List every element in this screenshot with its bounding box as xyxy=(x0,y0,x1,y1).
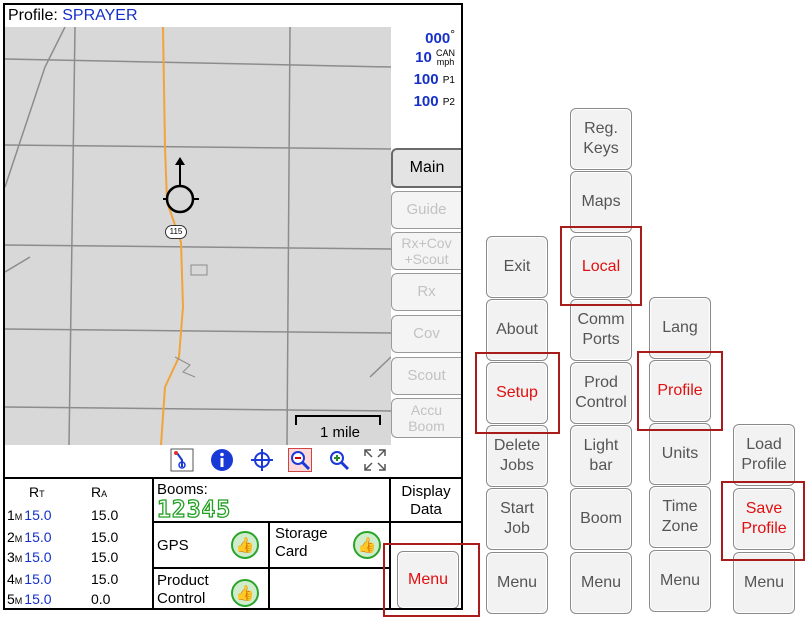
row-actual: 15.0 xyxy=(91,507,119,523)
speed-readout: 10 CAN mph xyxy=(415,49,455,67)
speed-unit: CAN mph xyxy=(436,49,455,67)
rt-sub: T xyxy=(39,489,45,499)
p1-readout: 100 P1 xyxy=(414,71,455,88)
speed-unit-bottom: mph xyxy=(436,57,455,68)
row-sub: M xyxy=(14,554,23,564)
col3-menu-button[interactable]: Menu xyxy=(649,550,711,612)
load-profile-button[interactable]: Load Profile xyxy=(733,424,795,486)
rate-row: 3M 15.0 xyxy=(7,549,52,568)
product-control-label: Product Control xyxy=(157,572,209,607)
row-num: 4 xyxy=(7,571,15,587)
lang-button[interactable]: Lang xyxy=(649,297,711,359)
device-screen: Profile: SPRAYER 115 1 mile 000° 10 CAN … xyxy=(3,3,463,610)
tab-rx[interactable]: Rx xyxy=(391,273,461,311)
profile-value: SPRAYER xyxy=(62,7,138,24)
row-target: 15.0 xyxy=(24,591,52,607)
row-sub: M xyxy=(14,576,23,586)
ra-sub: A xyxy=(101,489,108,499)
tab-main[interactable]: Main xyxy=(391,148,461,188)
route-icon[interactable] xyxy=(170,448,194,472)
tab-cov[interactable]: Cov xyxy=(391,315,461,353)
gps-label: GPS xyxy=(157,537,189,554)
map-toolbar xyxy=(5,445,391,477)
rate-actual-header: RA xyxy=(91,484,107,503)
status-panel: 000° 10 CAN mph 100 P1 100 P2 xyxy=(391,27,461,127)
local-highlight xyxy=(560,226,642,306)
p1-unit: P1 xyxy=(442,74,455,86)
reg-keys-button[interactable]: Reg. Keys xyxy=(570,108,632,170)
exit-button[interactable]: Exit xyxy=(486,236,548,298)
profile-highlight xyxy=(637,351,723,431)
rate-row: 1M 15.0 xyxy=(7,507,52,526)
row-sub: M xyxy=(14,534,23,544)
prod-control-button[interactable]: Prod Control xyxy=(570,362,632,424)
light-bar-button[interactable]: Light bar xyxy=(570,425,632,487)
profile-bar: Profile: SPRAYER xyxy=(5,5,391,27)
heading-unit: ° xyxy=(450,27,455,41)
ra-letter: R xyxy=(91,484,102,500)
save-profile-highlight xyxy=(721,481,805,561)
p2-value: 100 xyxy=(413,93,439,110)
rate-target-header: RT xyxy=(29,484,45,503)
heading-readout: 000° xyxy=(425,27,455,47)
tab-rx-cov-scout[interactable]: Rx+Cov +Scout xyxy=(391,232,461,270)
p2-readout: 100 P2 xyxy=(414,93,455,110)
rt-letter: R xyxy=(29,484,40,500)
row-num: 1 xyxy=(7,507,15,523)
rate-row: 5M 15.0 xyxy=(7,591,52,608)
storage-card-label: Storage Card xyxy=(275,525,328,560)
row-target: 15.0 xyxy=(24,507,52,523)
p2-unit: P2 xyxy=(442,96,455,108)
menu-highlight xyxy=(383,543,480,617)
row-actual: 15.0 xyxy=(91,571,119,587)
expand-icon[interactable] xyxy=(363,448,387,472)
row-target: 15.0 xyxy=(24,549,52,565)
time-zone-button[interactable]: Time Zone xyxy=(649,486,711,548)
zoom-in-icon[interactable] xyxy=(327,448,351,472)
crosshair-icon[interactable] xyxy=(250,448,274,472)
row-target: 15.0 xyxy=(24,571,52,587)
row-actual: 15.0 xyxy=(91,529,119,545)
booms-label: Booms: xyxy=(157,481,208,498)
boom-sections: 12345 xyxy=(156,496,232,523)
row-sub: M xyxy=(14,512,23,522)
row-actual: 0.0 xyxy=(91,591,111,607)
col1-menu-button[interactable]: Menu xyxy=(486,552,548,614)
tab-scout[interactable]: Scout xyxy=(391,357,461,395)
map-view[interactable]: 115 1 mile xyxy=(5,27,391,445)
row-actual: 15.0 xyxy=(91,549,119,565)
row-num: 3 xyxy=(7,549,15,565)
row-num: 5 xyxy=(7,591,15,607)
col2-menu-button[interactable]: Menu xyxy=(570,552,632,614)
zoom-out-icon[interactable] xyxy=(288,448,312,472)
profile-label: Profile: xyxy=(8,7,58,24)
road-marker: 115 xyxy=(165,225,187,239)
map-canvas xyxy=(5,27,391,445)
maps-button[interactable]: Maps xyxy=(570,171,632,233)
gps-thumbs-up-icon: 👍 xyxy=(231,531,259,559)
row-target: 15.0 xyxy=(24,529,52,545)
units-button[interactable]: Units xyxy=(649,423,711,485)
display-data-button[interactable]: Display Data xyxy=(391,483,461,519)
boom-button[interactable]: Boom xyxy=(570,488,632,550)
storage-thumbs-up-icon: 👍 xyxy=(353,531,381,559)
delete-jobs-button[interactable]: Delete Jobs xyxy=(486,425,548,487)
rate-row: 2M 15.0 xyxy=(7,529,52,548)
rate-row: 4M 15.0 xyxy=(7,571,52,590)
comm-ports-button[interactable]: Comm Ports xyxy=(570,299,632,361)
col4-menu-button[interactable]: Menu xyxy=(733,552,795,614)
heading-value: 000 xyxy=(425,30,451,47)
product-control-thumbs-up-icon: 👍 xyxy=(231,579,259,607)
tab-accuboom[interactable]: Accu Boom xyxy=(391,398,461,438)
row-num: 2 xyxy=(7,529,15,545)
scale-label: 1 mile xyxy=(319,424,360,441)
row-sub: M xyxy=(14,596,23,606)
tab-guide[interactable]: Guide xyxy=(391,191,461,229)
vehicle-marker-icon xyxy=(163,157,199,214)
speed-value: 10 xyxy=(415,49,432,66)
p1-value: 100 xyxy=(413,71,439,88)
info-icon[interactable] xyxy=(210,448,234,472)
start-job-button[interactable]: Start Job xyxy=(486,488,548,550)
setup-highlight xyxy=(475,352,560,434)
